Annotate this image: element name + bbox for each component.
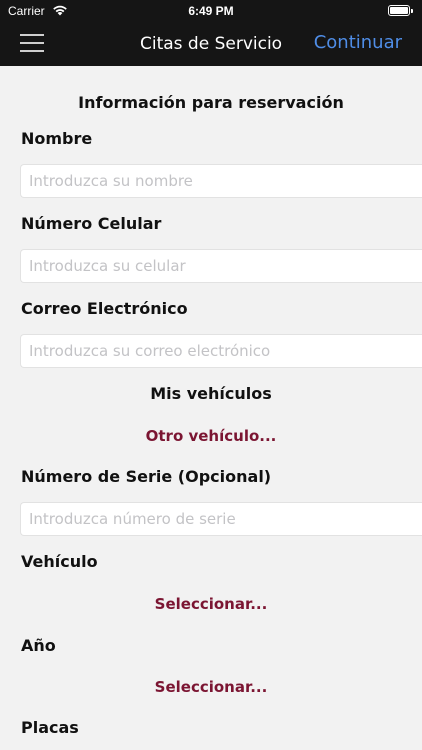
hamburger-menu-icon[interactable]: [20, 34, 44, 53]
year-label: Año: [21, 636, 56, 655]
vehicle-select[interactable]: Seleccionar...: [0, 595, 422, 613]
phone-input[interactable]: [20, 249, 422, 283]
page-title: Citas de Servicio: [140, 34, 283, 54]
battery-icon: [388, 5, 413, 16]
navigation-bar: Citas de Servicio Continuar: [0, 22, 422, 66]
reservation-info-title: Información para reservación: [78, 93, 344, 112]
serial-number-input[interactable]: [20, 502, 422, 536]
vehicle-label: Vehículo: [21, 552, 98, 571]
name-label: Nombre: [21, 129, 93, 148]
status-bar: Carrier 6:49 PM: [0, 0, 422, 22]
serial-number-label: Número de Serie (Opcional): [21, 467, 272, 486]
other-vehicle-link[interactable]: Otro vehículo...: [0, 427, 422, 445]
name-input[interactable]: [20, 164, 422, 198]
my-vehicles-title: Mis vehículos: [150, 384, 272, 403]
plates-label: Placas: [21, 718, 79, 737]
year-select[interactable]: Seleccionar...: [0, 678, 422, 696]
status-time: 6:49 PM: [188, 4, 234, 18]
phone-label: Número Celular: [21, 214, 162, 233]
email-input[interactable]: [20, 334, 422, 368]
reservation-form: Información para reservación Nombre Núme…: [0, 66, 422, 750]
continue-button[interactable]: Continuar: [314, 32, 402, 53]
email-label: Correo Electrónico: [21, 299, 188, 318]
